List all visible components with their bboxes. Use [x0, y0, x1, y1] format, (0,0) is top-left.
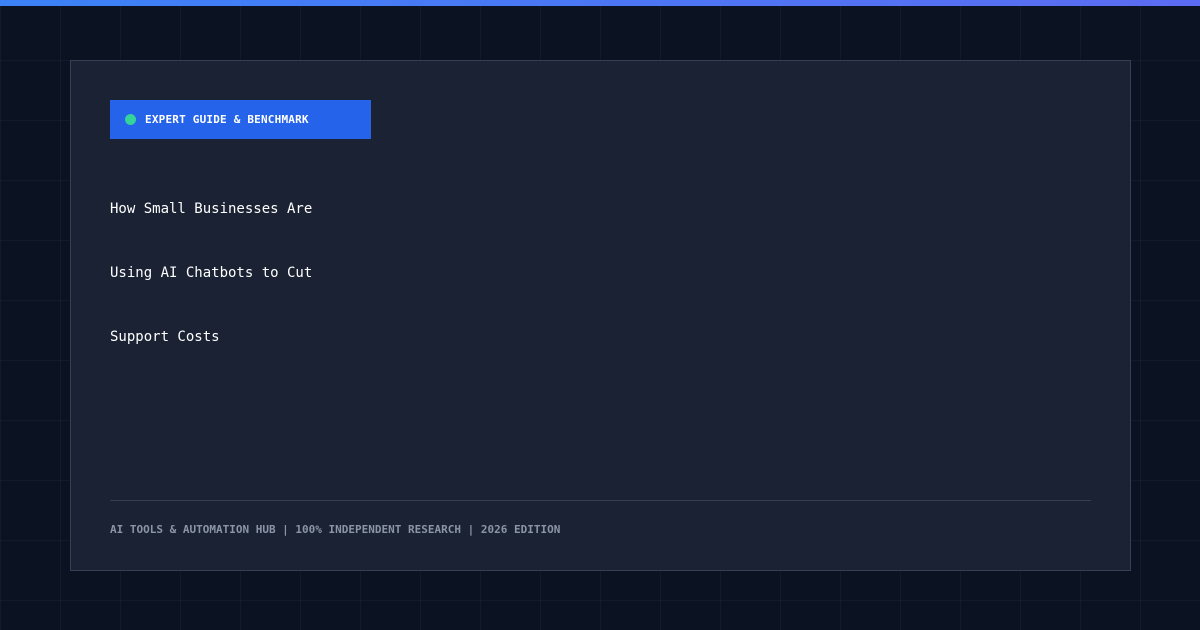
category-badge: EXPERT GUIDE & BENCHMARK [110, 100, 371, 139]
title-line-2: Using AI Chatbots to Cut [110, 265, 313, 281]
top-accent-bar [0, 0, 1200, 6]
status-dot-icon [125, 114, 136, 125]
badge-label: EXPERT GUIDE & BENCHMARK [145, 113, 309, 126]
title-line-1: How Small Businesses Are [110, 201, 313, 217]
page-title: How Small Businesses Are Using AI Chatbo… [110, 198, 312, 390]
footer-meta: AI TOOLS & AUTOMATION HUB | 100% INDEPEN… [110, 523, 561, 536]
article-card: EXPERT GUIDE & BENCHMARK How Small Busin… [70, 60, 1131, 571]
title-line-3: Support Costs [110, 329, 220, 345]
footer-divider [110, 500, 1091, 501]
